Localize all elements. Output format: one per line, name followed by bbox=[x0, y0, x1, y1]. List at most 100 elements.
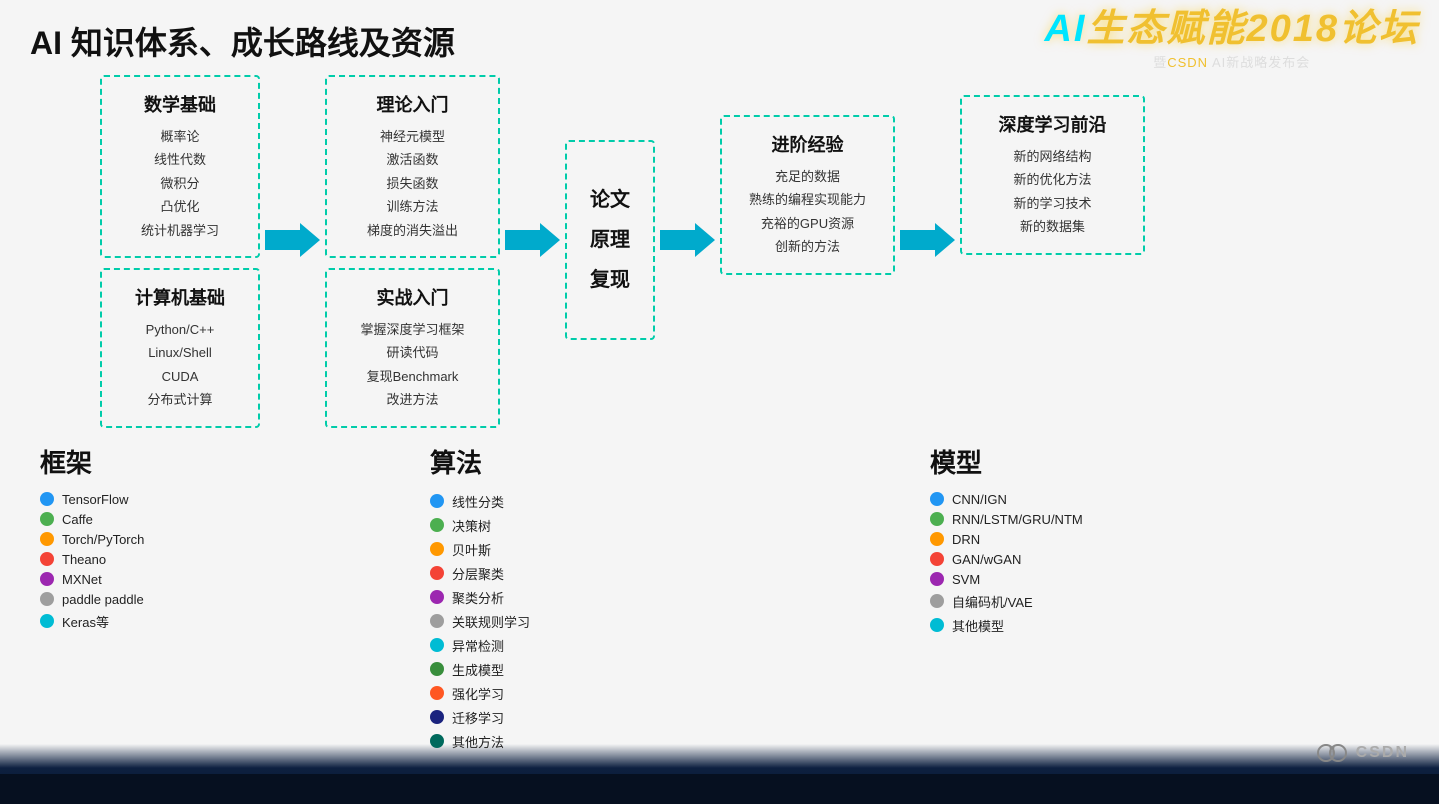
cs-items: Python/C++ Linux/Shell CUDA 分布式计算 bbox=[122, 318, 238, 412]
algo-item-10: 迁移学习 bbox=[430, 708, 630, 727]
theory-item-1: 神经元模型 bbox=[347, 125, 478, 148]
algo-dot-8 bbox=[430, 662, 444, 676]
model-dot-3 bbox=[930, 532, 944, 546]
fw-dot-2 bbox=[40, 512, 54, 526]
algo-dot-1 bbox=[430, 494, 444, 508]
algo-dot-6 bbox=[430, 614, 444, 628]
paper-box: 论文 原理 复现 bbox=[565, 140, 655, 340]
algo-item-9: 强化学习 bbox=[430, 684, 630, 703]
deep-item-2: 新的优化方法 bbox=[982, 168, 1123, 191]
deep-item-4: 新的数据集 bbox=[982, 215, 1123, 238]
advanced-box: 进阶经验 充足的数据 熟练的编程实现能力 充裕的GPU资源 创新的方法 bbox=[720, 115, 895, 275]
model-item-1: CNN/IGN bbox=[930, 492, 1190, 507]
algo-name-9: 强化学习 bbox=[452, 684, 504, 703]
algo-dot-10 bbox=[430, 710, 444, 724]
practice-item-2: 研读代码 bbox=[347, 341, 478, 364]
algo-name-5: 聚类分析 bbox=[452, 588, 504, 607]
model-name-2: RNN/LSTM/GRU/NTM bbox=[952, 512, 1083, 527]
logo-main-text: 生态赋能2018论坛 bbox=[1086, 8, 1419, 50]
framework-section: 框架 TensorFlow Caffe Torch/PyTorch Theano bbox=[40, 443, 240, 631]
algo-name-3: 贝叶斯 bbox=[452, 540, 491, 559]
paper-text: 论文 原理 复现 bbox=[590, 180, 630, 300]
practice-item-1: 掌握深度学习框架 bbox=[347, 318, 478, 341]
fw-dot-6 bbox=[40, 592, 54, 606]
model-section: 模型 CNN/IGN RNN/LSTM/GRU/NTM DRN GAN/wGAN bbox=[930, 443, 1190, 635]
theory-title: 理论入门 bbox=[347, 91, 478, 117]
fw-item-1: TensorFlow bbox=[40, 492, 240, 507]
page-title: AI 知识体系、成长路线及资源 bbox=[30, 18, 455, 64]
math-item-4: 凸优化 bbox=[122, 195, 238, 218]
fw-item-7: Keras等 bbox=[40, 612, 240, 631]
framework-label: 框架 bbox=[40, 443, 240, 480]
csdn-text: CSDN bbox=[1167, 55, 1208, 70]
algo-item-7: 异常检测 bbox=[430, 636, 630, 655]
model-dot-5 bbox=[930, 572, 944, 586]
paper-line2: 原理 bbox=[590, 220, 630, 260]
model-item-6: 自编码机/VAE bbox=[930, 592, 1190, 611]
model-item-4: GAN/wGAN bbox=[930, 552, 1190, 567]
paper-line3: 复现 bbox=[590, 260, 630, 300]
model-label: 模型 bbox=[930, 443, 1190, 480]
fw-dot-4 bbox=[40, 552, 54, 566]
fw-name-5: MXNet bbox=[62, 572, 102, 587]
model-dot-2 bbox=[930, 512, 944, 526]
ai-prefix: AI bbox=[1044, 8, 1086, 50]
theory-item-4: 训练方法 bbox=[347, 195, 478, 218]
cs-item-2: Linux/Shell bbox=[122, 341, 238, 364]
practice-item-4: 改进方法 bbox=[347, 388, 478, 411]
model-item-2: RNN/LSTM/GRU/NTM bbox=[930, 512, 1190, 527]
advanced-item-1: 充足的数据 bbox=[742, 165, 873, 188]
bg-bottom-dark bbox=[0, 774, 1439, 804]
arrow4 bbox=[895, 75, 960, 405]
intro-group: 理论入门 神经元模型 激活函数 损失函数 训练方法 梯度的消失溢出 实战入门 掌… bbox=[325, 75, 500, 428]
model-name-7: 其他模型 bbox=[952, 616, 1004, 635]
fw-name-3: Torch/PyTorch bbox=[62, 532, 144, 547]
fw-dot-1 bbox=[40, 492, 54, 506]
model-dot-7 bbox=[930, 618, 944, 632]
cs-item-3: CUDA bbox=[122, 365, 238, 388]
math-box: 数学基础 概率论 线性代数 微积分 凸优化 统计机器学习 bbox=[100, 75, 260, 258]
math-item-5: 统计机器学习 bbox=[122, 219, 238, 242]
fw-item-3: Torch/PyTorch bbox=[40, 532, 240, 547]
foundation-group: 数学基础 概率论 线性代数 微积分 凸优化 统计机器学习 计算机基础 Pytho… bbox=[100, 75, 260, 428]
model-name-5: SVM bbox=[952, 572, 980, 587]
algo-item-6: 关联规则学习 bbox=[430, 612, 630, 631]
algorithm-label: 算法 bbox=[430, 443, 630, 480]
deep-box: 深度学习前沿 新的网络结构 新的优化方法 新的学习技术 新的数据集 bbox=[960, 95, 1145, 255]
algo-item-5: 聚类分析 bbox=[430, 588, 630, 607]
math-title: 数学基础 bbox=[122, 91, 238, 117]
fw-dot-5 bbox=[40, 572, 54, 586]
algo-item-1: 线性分类 bbox=[430, 492, 630, 511]
logo-subtitle: 暨CSDN AI新战略发布会 bbox=[1044, 52, 1419, 71]
algo-name-11: 其他方法 bbox=[452, 732, 504, 751]
arrow1 bbox=[260, 75, 325, 405]
model-dot-1 bbox=[930, 492, 944, 506]
advanced-item-2: 熟练的编程实现能力 bbox=[742, 188, 873, 211]
cs-title: 计算机基础 bbox=[122, 284, 238, 310]
model-item-7: 其他模型 bbox=[930, 616, 1190, 635]
practice-title: 实战入门 bbox=[347, 284, 478, 310]
algo-item-8: 生成模型 bbox=[430, 660, 630, 679]
fw-name-7: Keras等 bbox=[62, 612, 109, 631]
model-dot-6 bbox=[930, 594, 944, 608]
paper-line1: 论文 bbox=[590, 180, 630, 220]
algo-name-7: 异常检测 bbox=[452, 636, 504, 655]
advanced-item-3: 充裕的GPU资源 bbox=[742, 212, 873, 235]
deep-items: 新的网络结构 新的优化方法 新的学习技术 新的数据集 bbox=[982, 145, 1123, 239]
practice-items: 掌握深度学习框架 研读代码 复现Benchmark 改进方法 bbox=[347, 318, 478, 412]
csdn-label: CSDN bbox=[1356, 744, 1409, 762]
framework-legend: TensorFlow Caffe Torch/PyTorch Theano MX… bbox=[40, 492, 240, 631]
practice-item-3: 复现Benchmark bbox=[347, 365, 478, 388]
model-name-1: CNN/IGN bbox=[952, 492, 1007, 507]
arrow3 bbox=[655, 75, 720, 405]
theory-item-3: 损失函数 bbox=[347, 172, 478, 195]
bottom-section: 框架 TensorFlow Caffe Torch/PyTorch Theano bbox=[40, 443, 1419, 751]
fw-name-6: paddle paddle bbox=[62, 592, 144, 607]
fw-dot-3 bbox=[40, 532, 54, 546]
main-content: 数学基础 概率论 线性代数 微积分 凸优化 统计机器学习 计算机基础 Pytho… bbox=[20, 70, 1419, 734]
cs-box: 计算机基础 Python/C++ Linux/Shell CUDA 分布式计算 bbox=[100, 268, 260, 428]
algo-dot-5 bbox=[430, 590, 444, 604]
math-item-2: 线性代数 bbox=[122, 148, 238, 171]
fw-item-6: paddle paddle bbox=[40, 592, 240, 607]
model-legend: CNN/IGN RNN/LSTM/GRU/NTM DRN GAN/wGAN SV… bbox=[930, 492, 1190, 635]
